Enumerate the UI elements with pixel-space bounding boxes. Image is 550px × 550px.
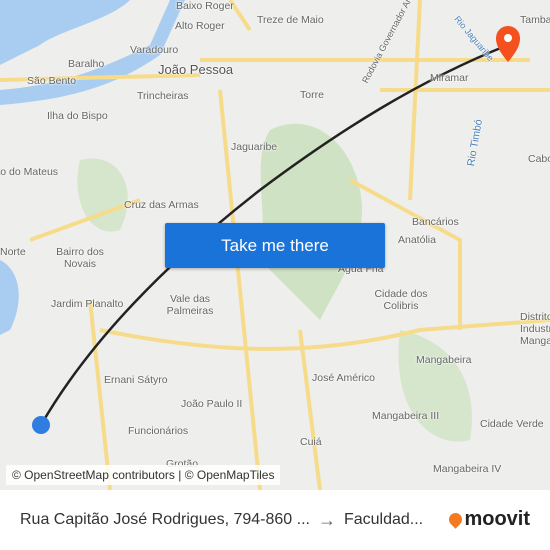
take-me-there-button[interactable]: Take me there — [165, 223, 385, 268]
map-label: Cabo — [528, 153, 550, 165]
map-label: Bancários — [412, 216, 459, 228]
map-label: Treze de Maio — [257, 14, 324, 26]
destination-text: Faculdad... — [343, 511, 424, 528]
map-label: José Américo — [312, 372, 376, 384]
map-label: Distrito Industrial de Mangabeira — [520, 311, 550, 347]
map-label: Ernani Sátyro — [104, 374, 168, 386]
map-label: Alto do Mateus — [0, 166, 59, 178]
map-label: Mangabeira — [416, 354, 472, 366]
map-label: Torre — [300, 89, 324, 101]
map-label: Miramar — [430, 72, 469, 84]
map-label: Jardim Planalto — [51, 298, 124, 310]
map-label: Alto Roger — [175, 20, 225, 32]
moovit-logo[interactable]: moovit — [446, 508, 530, 531]
map-label: Norte — [0, 246, 26, 258]
map-label: Vale das Palmeiras — [166, 293, 214, 317]
map-label: João Pessoa — [158, 62, 234, 77]
map[interactable]: Baixo Roger Alto Roger Treze de Maio Bar… — [0, 0, 550, 490]
lake — [0, 260, 19, 335]
map-label: Funcionários — [128, 425, 189, 437]
map-label: Baralho — [68, 58, 105, 70]
map-label: São Bento — [27, 75, 77, 87]
map-label: Jaguaribe — [231, 141, 278, 153]
map-label: Cidade Verde — [480, 418, 544, 430]
map-label: Bairro dos Novais — [56, 246, 104, 270]
map-label: Mangabeira IV — [433, 463, 502, 475]
origin-text: Rua Capitão José Rodrigues, 794-860 ... — [20, 511, 310, 528]
destination-pin-icon[interactable] — [496, 26, 520, 62]
moovit-pin-icon — [446, 510, 466, 529]
map-attribution[interactable]: © OpenStreetMap contributors | © OpenMap… — [6, 465, 281, 485]
map-label: Mangabeira III — [372, 410, 440, 422]
origin-marker[interactable] — [32, 416, 50, 434]
map-label: Anatólia — [398, 234, 436, 246]
map-label: Trincheiras — [137, 90, 189, 102]
map-label: Cruz das Armas — [124, 199, 199, 211]
arrow-right-icon: → — [317, 509, 336, 530]
map-label: Ilha do Bispo — [47, 110, 108, 122]
map-label: Cidade dos Colibris — [374, 288, 428, 312]
map-label: João Paulo II — [181, 398, 243, 410]
map-label: Baixo Roger — [176, 0, 234, 12]
map-label: Tambaú — [520, 14, 550, 26]
map-label: Cuiá — [300, 436, 322, 448]
map-label: Varadouro — [130, 44, 179, 56]
park — [398, 330, 472, 442]
moovit-wordmark: moovit — [464, 508, 530, 530]
river — [0, 0, 130, 65]
